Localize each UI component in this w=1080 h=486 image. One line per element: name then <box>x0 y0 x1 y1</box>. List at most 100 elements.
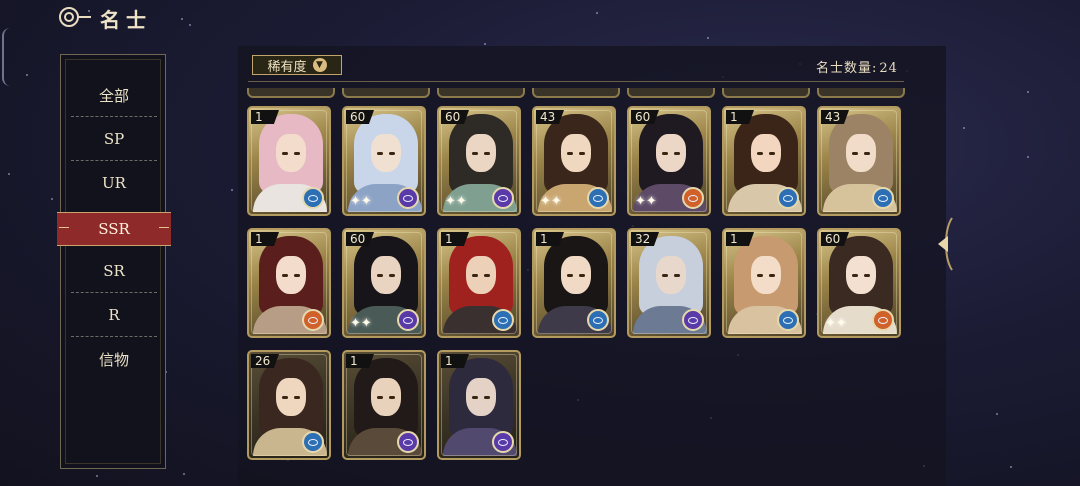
star <box>706 36 709 39</box>
character-card[interactable]: 1 <box>437 350 521 460</box>
eye-glyph-icon <box>308 316 318 324</box>
element-orb-icon <box>302 187 324 209</box>
sidebar-item-label: 信物 <box>98 350 129 369</box>
element-orb-icon <box>302 431 324 453</box>
sidebar-item-ssr[interactable]: SSR <box>57 212 171 246</box>
star <box>183 473 186 476</box>
sidebar-item-ur[interactable]: UR <box>61 161 167 205</box>
eye-glyph-icon <box>688 316 698 324</box>
element-orb-icon <box>492 187 514 209</box>
element-orb-icon <box>777 309 799 331</box>
sparkle-icon: ✦✦ <box>350 316 372 331</box>
expand-arrow-icon[interactable] <box>934 216 954 272</box>
element-orb-icon <box>587 309 609 331</box>
character-card[interactable]: 60 ✦✦ <box>342 106 426 216</box>
sidebar-item-all[interactable]: 全部 <box>61 73 167 117</box>
character-card[interactable]: 26 <box>247 350 331 460</box>
sparkle-icon: ✦✦ <box>635 194 657 209</box>
sidebar-item-label: R <box>108 306 120 324</box>
character-card[interactable]: 1 <box>437 228 521 338</box>
eye-glyph-icon <box>308 194 318 202</box>
eye-glyph-icon <box>593 316 603 324</box>
sidebar-item-label: SR <box>103 262 125 280</box>
element-orb-icon <box>302 309 324 331</box>
sidebar-item-label: SSR <box>98 220 130 238</box>
sidebar-item-r[interactable]: R <box>61 293 167 337</box>
sort-dropdown[interactable]: 稀有度 ▼ <box>252 55 342 75</box>
element-orb-icon <box>397 309 419 331</box>
character-card[interactable]: 43 <box>817 106 901 216</box>
star <box>231 188 234 191</box>
element-orb-icon <box>397 187 419 209</box>
character-grid: 1 60 ✦✦ 60 ✦✦ 43 ✦✦ 60 ✦✦ 1 43 1 60 ✦✦ 1 1 32 1 60 ✦✦ 26 1 1 <box>247 88 907 486</box>
element-orb-icon <box>492 431 514 453</box>
eye-glyph-icon <box>688 194 698 202</box>
element-orb-icon <box>492 309 514 331</box>
card-partial <box>627 88 715 98</box>
sidebar-item-label: SP <box>103 130 125 148</box>
eye-glyph-icon <box>783 316 793 324</box>
character-card[interactable]: 60 ✦✦ <box>437 106 521 216</box>
card-partial <box>532 88 620 98</box>
star <box>96 475 99 478</box>
cloud-swirl-icon <box>59 7 91 27</box>
card-partial <box>247 88 335 98</box>
eye-glyph-icon <box>878 316 888 324</box>
star <box>1027 90 1030 93</box>
sidebar-item-label: 全部 <box>98 86 129 105</box>
eye-glyph-icon <box>593 194 603 202</box>
character-card[interactable]: 32 <box>627 228 711 338</box>
header: 名士 <box>0 0 1080 36</box>
element-orb-icon <box>872 309 894 331</box>
sidebar-item-token[interactable]: 信物 <box>61 337 167 381</box>
eye-glyph-icon <box>783 194 793 202</box>
card-partial <box>437 88 525 98</box>
character-card[interactable]: 60 ✦✦ <box>627 106 711 216</box>
character-card[interactable]: 1 <box>722 228 806 338</box>
sparkle-icon: ✦✦ <box>350 194 372 209</box>
back-edge-handle[interactable] <box>2 28 10 86</box>
element-orb-icon <box>872 187 894 209</box>
sparkle-icon: ✦✦ <box>825 316 847 331</box>
element-orb-icon <box>777 187 799 209</box>
character-card[interactable]: 1 <box>532 228 616 338</box>
eye-glyph-icon <box>403 194 413 202</box>
character-card[interactable]: 1 <box>247 106 331 216</box>
character-card[interactable]: 1 <box>342 350 426 460</box>
star <box>26 74 29 77</box>
star <box>1009 465 1012 468</box>
sort-label: 稀有度 <box>267 59 307 75</box>
sidebar-item-sr[interactable]: SR <box>61 249 167 293</box>
character-card[interactable]: 1 <box>722 106 806 216</box>
star <box>484 43 487 46</box>
eye-glyph-icon <box>498 316 508 324</box>
eye-glyph-icon <box>403 438 413 446</box>
character-count: 名士数量: 24 <box>814 57 898 76</box>
partial-row <box>247 88 907 98</box>
card-partial <box>342 88 430 98</box>
character-card[interactable]: 60 ✦✦ <box>342 228 426 338</box>
page-title: 名士 <box>100 8 152 32</box>
element-orb-icon <box>682 187 704 209</box>
sidebar-item-label: UR <box>102 174 126 192</box>
count-label: 名士数量: <box>816 61 878 76</box>
rarity-sidebar: 全部 SP UR SSR SR R 信物 <box>57 54 171 469</box>
star <box>996 412 999 415</box>
card-partial <box>722 88 810 98</box>
eye-glyph-icon <box>878 194 888 202</box>
count-value: 24 <box>879 61 898 76</box>
star <box>963 126 966 129</box>
element-orb-icon <box>397 431 419 453</box>
character-card[interactable]: 60 ✦✦ <box>817 228 901 338</box>
eye-glyph-icon <box>308 438 318 446</box>
eye-glyph-icon <box>403 316 413 324</box>
sidebar-item-sp[interactable]: SP <box>61 117 167 161</box>
character-card[interactable]: 43 ✦✦ <box>532 106 616 216</box>
star <box>1026 155 1029 158</box>
card-partial <box>817 88 905 98</box>
character-card[interactable]: 1 <box>247 228 331 338</box>
element-orb-icon <box>682 309 704 331</box>
sparkle-icon: ✦✦ <box>445 194 467 209</box>
star <box>7 172 10 175</box>
divider <box>248 81 904 82</box>
